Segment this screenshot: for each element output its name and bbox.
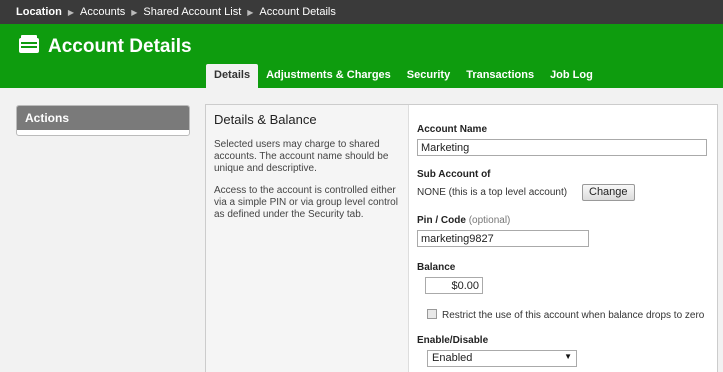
tab-job-log[interactable]: Job Log	[542, 64, 601, 88]
enable-disable-label: Enable/Disable	[417, 335, 489, 346]
details-description: Details & Balance Selected users may cha…	[206, 105, 409, 372]
change-button[interactable]: Change	[582, 184, 635, 201]
section-heading: Details & Balance	[214, 112, 317, 127]
breadcrumb: Location ▶ Accounts ▶ Shared Account Lis…	[0, 0, 723, 24]
breadcrumb-account-details: Account Details	[259, 6, 336, 18]
details-panel: Details & Balance Selected users may cha…	[205, 104, 718, 372]
tab-bar: Details Adjustments & Charges Security T…	[206, 64, 601, 88]
balance-input[interactable]	[425, 277, 483, 294]
sub-account-label: Sub Account of	[417, 169, 491, 180]
actions-title: Actions	[17, 106, 189, 130]
restrict-checkbox[interactable]	[427, 309, 437, 319]
chevron-right-icon: ▶	[131, 7, 138, 17]
description-paragraph: Selected users may charge to shared acco…	[214, 139, 389, 174]
title-row: Account Details	[18, 34, 192, 59]
tab-security[interactable]: Security	[399, 64, 458, 88]
chevron-down-icon: ▼	[564, 352, 572, 361]
restrict-label: Restrict the use of this account when ba…	[442, 310, 705, 321]
breadcrumb-location[interactable]: Location	[16, 6, 62, 18]
sub-account-value: NONE (this is a top level account)	[417, 187, 568, 198]
page-header: Account Details Details Adjustments & Ch…	[0, 24, 723, 88]
wallet-icon	[18, 34, 40, 59]
tab-adjustments-charges[interactable]: Adjustments & Charges	[258, 64, 399, 88]
balance-label: Balance	[417, 262, 456, 273]
enable-disable-select[interactable]: Enabled ▼	[427, 350, 577, 367]
pin-label: Pin / Code (optional)	[417, 215, 510, 226]
account-name-label: Account Name	[417, 124, 488, 135]
pin-label-text: Pin / Code	[417, 215, 466, 226]
breadcrumb-shared-account-list[interactable]: Shared Account List	[143, 6, 241, 18]
pin-optional-text: (optional)	[468, 215, 511, 226]
breadcrumb-accounts[interactable]: Accounts	[80, 6, 125, 18]
enable-disable-value: Enabled	[432, 352, 473, 364]
tab-details[interactable]: Details	[206, 64, 259, 88]
pin-input[interactable]	[417, 230, 589, 247]
chevron-right-icon: ▶	[247, 7, 254, 17]
actions-panel: Actions	[16, 105, 190, 136]
tab-transactions[interactable]: Transactions	[458, 64, 542, 88]
chevron-right-icon: ▶	[67, 7, 74, 17]
description-paragraph: Access to the account is controlled eith…	[214, 185, 398, 220]
page-title: Account Details	[48, 35, 192, 57]
account-name-input[interactable]	[417, 139, 707, 156]
